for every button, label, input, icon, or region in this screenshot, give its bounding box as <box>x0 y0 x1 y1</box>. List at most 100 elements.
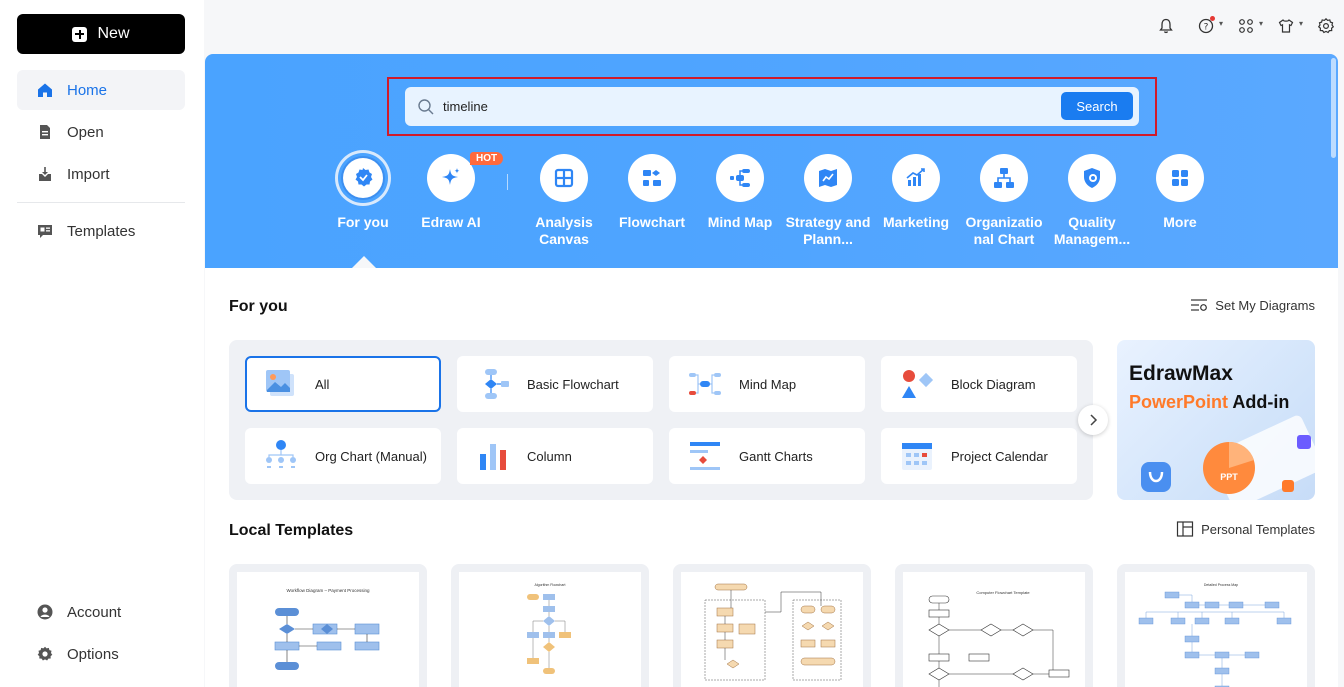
set-my-diagrams-link[interactable]: Set My Diagrams <box>1190 297 1315 313</box>
sidebar-item-templates[interactable]: Templates <box>17 211 185 251</box>
templates-icon <box>38 225 52 238</box>
banner-illustration: PPT <box>1141 415 1315 500</box>
powerpoint-addin-banner[interactable]: EdrawMax PowerPoint Add-in PPT <box>1117 340 1315 500</box>
template-thumbnail[interactable]: Computer Flowchart Template <box>895 564 1093 687</box>
gantt-chart-icon <box>690 442 720 470</box>
hot-badge: HOT <box>470 152 504 165</box>
gear-icon <box>37 646 53 661</box>
template-thumbnail[interactable]: Algorithm Flowchart <box>451 564 649 687</box>
category-for-you[interactable]: For you <box>313 150 413 231</box>
search-bar: Search <box>405 87 1139 126</box>
org-chart-card-icon <box>266 440 296 468</box>
category-mind-map[interactable]: Mind Map <box>690 154 790 231</box>
file-open-icon <box>40 125 50 139</box>
more-grid-icon <box>1172 170 1188 186</box>
sidebar-item-open[interactable]: Open <box>17 112 185 152</box>
mind-map-card-icon <box>689 373 721 395</box>
card-all[interactable]: All <box>245 356 441 412</box>
block-diagram-icon <box>902 370 934 398</box>
personal-templates-link[interactable]: Personal Templates <box>1176 521 1315 537</box>
category-flowchart[interactable]: Flowchart <box>602 154 702 231</box>
category-strategy[interactable]: Strategy and Plann... <box>778 154 878 248</box>
analysis-canvas-icon <box>554 168 574 188</box>
process-flowchart-preview <box>704 583 842 681</box>
filter-list-icon <box>1191 299 1208 311</box>
home-icon <box>38 83 52 97</box>
sidebar-item-label: Options <box>67 645 119 663</box>
plus-icon <box>72 26 88 42</box>
svg-text:Algorithm Flowchart: Algorithm Flowchart <box>535 583 566 587</box>
template-thumbnail[interactable]: Detailed Process Map <box>1117 564 1315 687</box>
sidebar-item-label: Home <box>67 81 108 99</box>
apps-icon[interactable] <box>1236 16 1263 36</box>
mind-map-icon <box>730 169 750 187</box>
search-button[interactable]: Search <box>1061 92 1133 120</box>
svg-text:Computer Flowchart Template: Computer Flowchart Template <box>976 590 1030 595</box>
svg-text:Workflow Diagram – Payment Pro: Workflow Diagram – Payment Processing <box>287 588 370 593</box>
sidebar-item-home[interactable]: Home <box>17 70 185 110</box>
template-thumbnail[interactable]: Workflow Diagram – Payment Processing <box>229 564 427 687</box>
sidebar-item-label: Import <box>67 165 110 183</box>
sidebar-item-label: Templates <box>67 222 136 240</box>
calendar-icon <box>902 443 932 470</box>
selected-pointer <box>351 256 377 268</box>
account-icon <box>37 604 53 620</box>
new-button-label: New <box>97 25 130 42</box>
search-icon <box>418 98 434 114</box>
card-gantt-charts[interactable]: Gantt Charts <box>669 428 865 484</box>
category-edraw-ai[interactable]: Edraw AI <box>401 154 501 231</box>
computer-flowchart-preview: Computer Flowchart Template <box>928 590 1070 687</box>
new-button[interactable]: New <box>17 14 185 54</box>
chevron-right-icon <box>1090 414 1098 426</box>
sidebar-item-import[interactable]: Import <box>17 154 185 194</box>
search-input[interactable] <box>443 99 1043 114</box>
category-more[interactable]: More <box>1130 154 1230 231</box>
sidebar-divider <box>17 202 185 203</box>
quality-icon <box>1084 168 1100 188</box>
next-arrow-button[interactable] <box>1078 405 1108 435</box>
category-marketing[interactable]: Marketing <box>866 154 966 231</box>
scrollbar[interactable] <box>1331 58 1336 158</box>
svg-text:PPT: PPT <box>1220 472 1238 482</box>
flowchart-icon <box>643 170 661 186</box>
basic-flowchart-icon <box>485 369 509 399</box>
svg-text:Detailed Process Map: Detailed Process Map <box>1204 583 1238 587</box>
column-chart-icon <box>480 444 506 470</box>
all-templates-icon <box>266 370 294 396</box>
notification-dot <box>1210 16 1215 21</box>
algorithm-flowchart-preview: Algorithm Flowchart <box>527 583 571 674</box>
strategy-icon <box>819 169 837 187</box>
sidebar-item-label: Account <box>67 603 122 621</box>
svg-text:?: ? <box>1204 23 1209 33</box>
for-you-title: For you <box>229 298 288 315</box>
category-org-chart[interactable]: Organizatio nal Chart <box>954 154 1054 248</box>
card-mind-map[interactable]: Mind Map <box>669 356 865 412</box>
hero-banner: Search For you Edraw AI Analysis Canvas … <box>205 54 1338 268</box>
for-you-icon <box>355 168 373 187</box>
ai-sparkle-icon <box>442 168 460 185</box>
layout-icon <box>1176 521 1194 537</box>
sidebar: New Home Open Import Templates Account O… <box>0 0 204 687</box>
sidebar-item-options[interactable]: Options <box>17 634 185 674</box>
card-column[interactable]: Column <box>457 428 653 484</box>
category-divider <box>507 174 508 190</box>
detailed-process-map-preview: Detailed Process Map <box>1138 583 1292 687</box>
card-org-chart-manual[interactable]: Org Chart (Manual) <box>245 428 441 484</box>
card-basic-flowchart[interactable]: Basic Flowchart <box>457 356 653 412</box>
category-quality[interactable]: Quality Managem... <box>1042 154 1142 248</box>
sidebar-item-account[interactable]: Account <box>17 592 185 632</box>
sidebar-item-label: Open <box>67 123 104 141</box>
top-toolbar: ? <box>1156 16 1336 36</box>
marketing-icon <box>906 168 925 186</box>
card-project-calendar[interactable]: Project Calendar <box>881 428 1077 484</box>
workflow-diagram-preview: Workflow Diagram – Payment Processing <box>274 588 380 670</box>
help-icon[interactable]: ? <box>1196 16 1223 36</box>
card-block-diagram[interactable]: Block Diagram <box>881 356 1077 412</box>
template-thumbnail[interactable] <box>673 564 871 687</box>
bell-icon[interactable] <box>1156 16 1176 36</box>
category-analysis-canvas[interactable]: Analysis Canvas <box>514 154 614 248</box>
settings-icon[interactable] <box>1316 16 1336 36</box>
org-chart-icon <box>994 168 1014 188</box>
local-templates-title: Local Templates <box>229 522 354 539</box>
theme-icon[interactable] <box>1276 16 1303 36</box>
